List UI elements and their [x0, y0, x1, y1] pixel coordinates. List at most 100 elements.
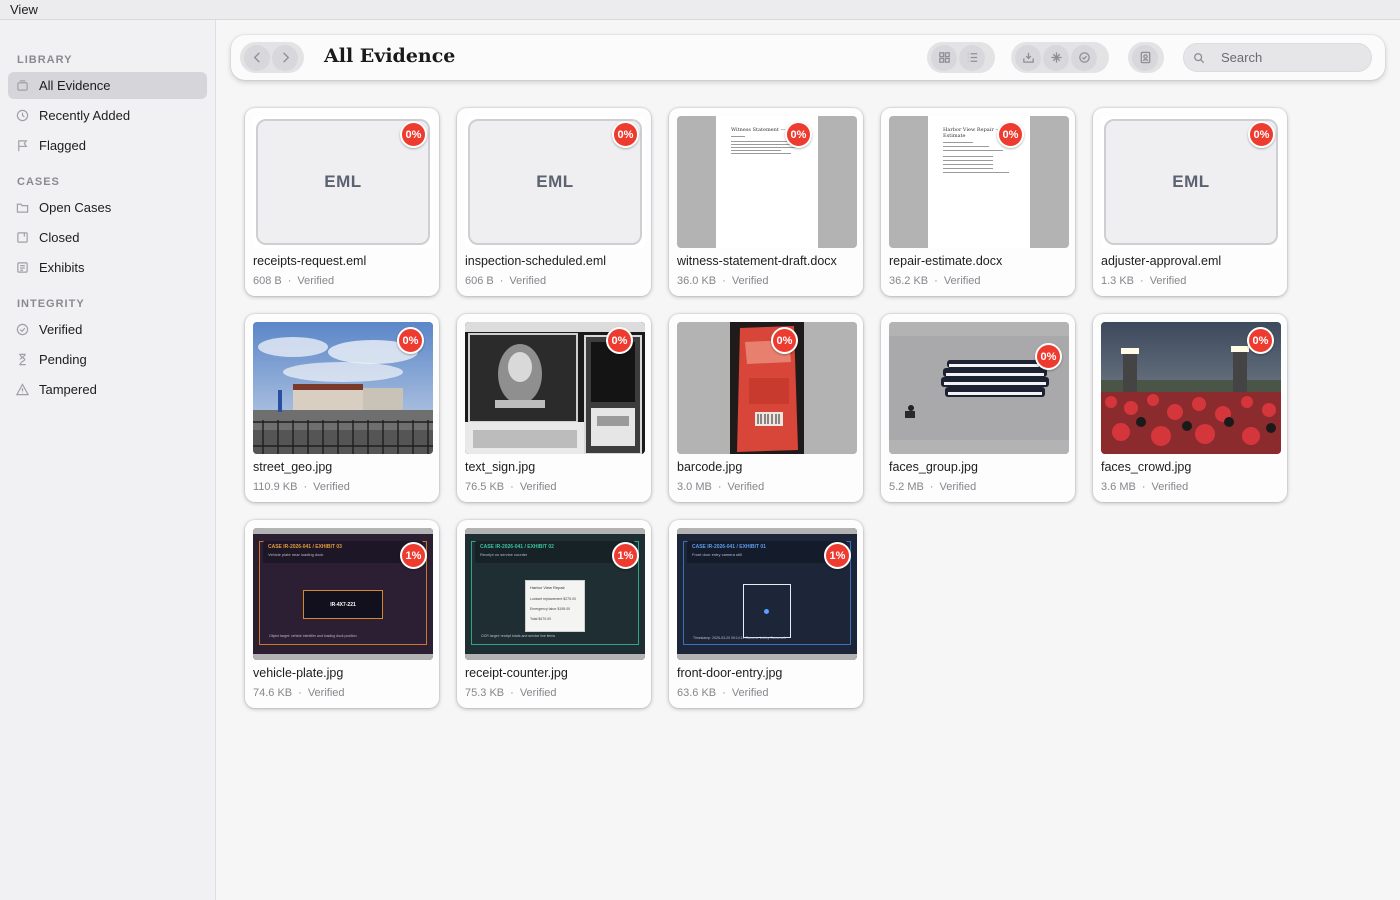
- file-size: 74.6 KB: [253, 687, 293, 699]
- sidebar-item-closed[interactable]: Closed: [8, 224, 207, 251]
- evidence-card[interactable]: 0% barcode.jpg 3.0 MB · Verified: [669, 314, 863, 502]
- evidence-card[interactable]: Witness Statement — Draft 0% witness-sta…: [669, 108, 863, 296]
- plate-text: IR-4X7-221: [330, 601, 356, 608]
- file-size: 36.0 KB: [677, 275, 717, 287]
- verification-status: Verified: [943, 275, 981, 287]
- exhibit-subtitle: Receipt on service counter: [480, 552, 528, 557]
- progress-badge: 0%: [785, 121, 812, 148]
- hourglass-icon: [15, 353, 29, 367]
- verification-status: Verified: [519, 481, 557, 493]
- sidebar-item-flagged[interactable]: Flagged: [8, 132, 207, 159]
- verification-status: Verified: [297, 275, 335, 287]
- grid-view-button[interactable]: [931, 44, 957, 71]
- file-meta: 75.3 KB · Verified: [465, 687, 557, 699]
- file-size: 5.2 MB: [889, 481, 924, 493]
- file-meta: 5.2 MB · Verified: [889, 481, 977, 493]
- file-meta: 606 B · Verified: [465, 275, 547, 287]
- sidebar-item-label: Exhibits: [39, 260, 85, 275]
- file-name: barcode.jpg: [677, 460, 743, 474]
- inspector-control: [1128, 42, 1164, 73]
- evidence-card[interactable]: 0% street_geo.jpg 110.9 KB · Verified: [245, 314, 439, 502]
- receipt-line: Lockset replacement $275.00: [530, 597, 576, 601]
- list-view-button[interactable]: [959, 44, 985, 71]
- exhibit-title: CASE IR-2026-041 / EXHIBIT 03: [268, 544, 342, 550]
- barcode-photo: [677, 322, 857, 454]
- sidebar-item-all-evidence[interactable]: All Evidence: [8, 72, 207, 99]
- check-seal-icon: [1078, 52, 1090, 63]
- file-name: adjuster-approval.eml: [1101, 254, 1222, 268]
- navigation-control: [240, 42, 304, 73]
- evidence-card[interactable]: 0% faces_group.jpg 5.2 MB · Verified: [881, 314, 1075, 502]
- list-icon: [967, 53, 977, 62]
- evidence-card[interactable]: 0% faces_crowd.jpg 3.6 MB · Verified: [1093, 314, 1287, 502]
- evidence-card[interactable]: EML 0% inspection-scheduled.eml 606 B · Ve…: [457, 108, 651, 296]
- back-button[interactable]: [244, 44, 270, 71]
- file-size: 3.0 MB: [677, 481, 712, 493]
- grid-icon: [938, 52, 950, 63]
- import-button[interactable]: [1015, 44, 1041, 71]
- exhibits-icon: [15, 261, 29, 275]
- progress-badge: 1%: [824, 542, 851, 569]
- evidence-card[interactable]: EML 0% receipts-request.eml 608 B · Verifi…: [245, 108, 439, 296]
- sidebar-item-exhibits[interactable]: Exhibits: [8, 254, 207, 281]
- file-meta: 36.2 KB · Verified: [889, 275, 981, 287]
- verify-button[interactable]: [1071, 44, 1097, 71]
- search-icon: [1194, 52, 1205, 63]
- verification-status: Verified: [509, 275, 547, 287]
- archive-icon: [15, 231, 29, 245]
- exhibit-footer: Object target: vehicle identifier and lo…: [269, 634, 357, 638]
- verification-status: Verified: [731, 687, 769, 699]
- sidebar-item-pending[interactable]: Pending: [8, 346, 207, 373]
- verification-status: Verified: [731, 275, 769, 287]
- file-size: 3.6 MB: [1101, 481, 1136, 493]
- verification-status: Verified: [1151, 481, 1189, 493]
- exhibit-header: CASE IR-2026-041 / EXHIBIT 01 Front door…: [687, 541, 847, 563]
- file-size: 608 B: [253, 275, 282, 287]
- file-size: 1.3 KB: [1101, 275, 1135, 287]
- sidebar-item-open-cases[interactable]: Open Cases: [8, 194, 207, 221]
- progress-badge: 0%: [771, 327, 798, 354]
- receipt-heading: Harbor View Repair: [530, 585, 565, 590]
- menu-bar: View: [0, 0, 1400, 20]
- thumbnail: Harbor View Repair — Water Estimate: [889, 116, 1069, 248]
- evidence-card[interactable]: 0% text_sign.jpg 76.5 KB · Verified: [457, 314, 651, 502]
- search-placeholder: Search: [1221, 50, 1263, 65]
- sidebar-section-library: LIBRARY: [17, 54, 73, 66]
- evidence-card[interactable]: CASE IR-2026-041 / EXHIBIT 02 Receipt on…: [457, 520, 651, 708]
- sidebar-item-verified[interactable]: Verified: [8, 316, 207, 343]
- exhibit-footer: OCR target: receipt totals and service l…: [481, 634, 556, 638]
- progress-badge: 0%: [1035, 343, 1062, 370]
- file-meta: 63.6 KB · Verified: [677, 687, 769, 699]
- exhibit-footer: Timestamp: 2026-03-20 09:14:11 Camera: L…: [693, 636, 786, 640]
- progress-badge: 0%: [606, 327, 633, 354]
- sidebar-item-label: Flagged: [39, 138, 86, 153]
- forward-button[interactable]: [272, 44, 298, 71]
- evidence-card[interactable]: EML 0% adjuster-approval.eml 1.3 KB · Veri…: [1093, 108, 1287, 296]
- search-field[interactable]: Search: [1183, 43, 1372, 72]
- evidence-card[interactable]: CASE IR-2026-041 / EXHIBIT 03 Vehicle pl…: [245, 520, 439, 708]
- evidence-card[interactable]: Harbor View Repair — Water Estimate 0% r…: [881, 108, 1075, 296]
- file-size: 63.6 KB: [677, 687, 717, 699]
- sidebar-item-label: Pending: [39, 352, 87, 367]
- clock-icon: [15, 109, 29, 123]
- chevron-left-icon: [253, 52, 260, 63]
- receipt-line: Emergency labor $195.00: [530, 607, 571, 611]
- progress-badge: 1%: [400, 542, 427, 569]
- file-name: front-door-entry.jpg: [677, 666, 783, 680]
- file-name: witness-statement-draft.docx: [677, 254, 837, 268]
- inspector-button[interactable]: [1132, 44, 1158, 71]
- view-mode-control: [927, 42, 995, 73]
- evidence-card[interactable]: CASE IR-2026-041 / EXHIBIT 01 Front door…: [669, 520, 863, 708]
- verification-status: Verified: [307, 687, 345, 699]
- sidebar-item-label: Verified: [39, 322, 83, 337]
- sidebar-item-recently-added[interactable]: Recently Added: [8, 102, 207, 129]
- file-meta: 36.0 KB · Verified: [677, 275, 769, 287]
- sidebar-item-label: All Evidence: [39, 78, 111, 93]
- sidebar-item-tampered[interactable]: Tampered: [8, 376, 207, 403]
- file-meta: 3.6 MB · Verified: [1101, 481, 1189, 493]
- menu-view[interactable]: View: [10, 2, 38, 17]
- file-name: faces_group.jpg: [889, 460, 978, 474]
- analyze-button[interactable]: [1043, 44, 1069, 71]
- file-size: 110.9 KB: [253, 481, 298, 493]
- progress-badge: 1%: [612, 542, 639, 569]
